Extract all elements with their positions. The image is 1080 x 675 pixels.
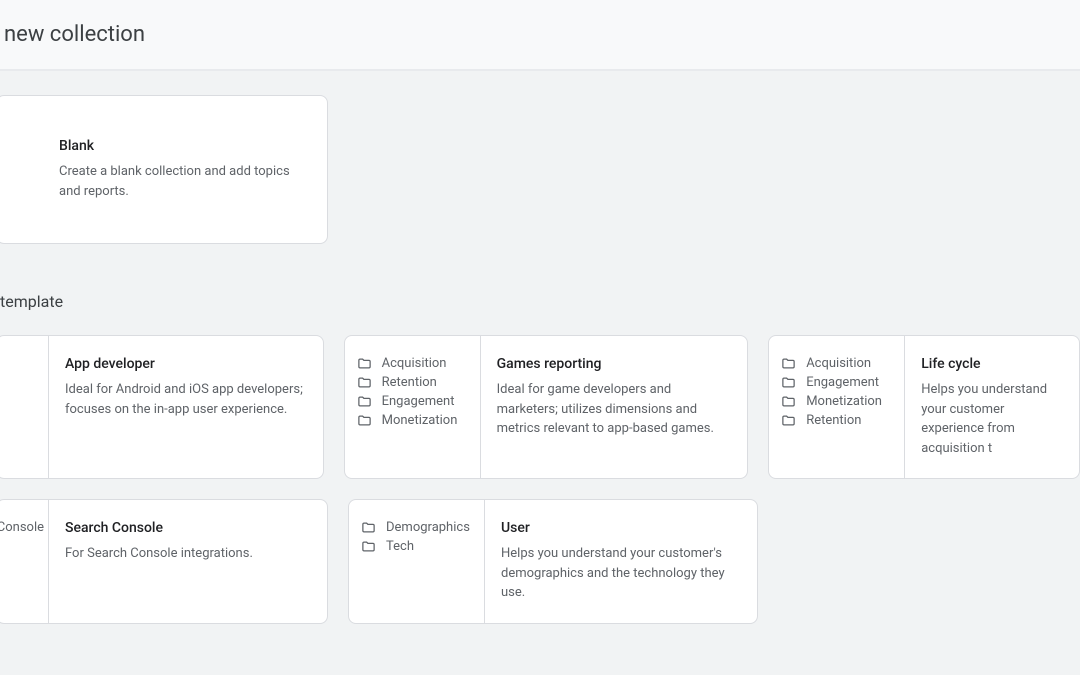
- folder-label: Engagement: [806, 375, 879, 390]
- card-title: Games reporting: [497, 356, 732, 372]
- blank-card-title: Blank: [59, 138, 297, 154]
- card-body: App developer Ideal for Android and iOS …: [49, 336, 323, 478]
- folder-label: Tech: [386, 539, 414, 554]
- card-body: Search Console For Search Console integr…: [49, 500, 327, 623]
- card-title: Life cycle: [921, 356, 1063, 372]
- template-card-user[interactable]: Demographics Tech User Helps you underst…: [348, 499, 758, 624]
- card-folder-list: Acquisition Engagement Monetization Rete…: [769, 336, 905, 478]
- card-desc: Helps you understand your customer's dem…: [501, 544, 741, 603]
- template-row-1: App developer Ideal for Android and iOS …: [0, 335, 1080, 479]
- folder-icon: [357, 375, 372, 390]
- card-title: User: [501, 520, 741, 536]
- folder-icon: [357, 356, 372, 371]
- blank-card[interactable]: Blank Create a blank collection and add …: [0, 95, 328, 244]
- blank-card-desc: Create a blank collection and add topics…: [59, 162, 297, 201]
- folder-label: Monetization: [382, 413, 458, 428]
- template-card-search-console[interactable]: Console Search Console For Search Consol…: [0, 499, 328, 624]
- card-body: User Helps you understand your customer'…: [485, 500, 757, 623]
- folder-label: Retention: [806, 413, 861, 428]
- folder-item: Tech: [361, 539, 472, 554]
- card-desc: For Search Console integrations.: [65, 544, 311, 564]
- folder-item: Monetization: [357, 413, 468, 428]
- card-title: Search Console: [65, 520, 311, 536]
- folder-label: Acquisition: [806, 356, 871, 371]
- folder-label: Monetization: [806, 394, 882, 409]
- folder-icon: [781, 375, 796, 390]
- card-title: App developer: [65, 356, 307, 372]
- folder-icon: [357, 394, 372, 409]
- template-section-label: template: [0, 292, 1080, 311]
- card-folder-list: Console: [0, 500, 49, 623]
- template-card-app-developer[interactable]: App developer Ideal for Android and iOS …: [0, 335, 324, 479]
- folder-item: Engagement: [781, 375, 892, 390]
- folder-icon: [781, 413, 796, 428]
- template-card-games-reporting[interactable]: Acquisition Retention Engagement Monetiz…: [344, 335, 749, 479]
- folder-item: Demographics: [361, 520, 472, 535]
- folder-item: Retention: [781, 413, 892, 428]
- card-folder-list: Demographics Tech: [349, 500, 485, 623]
- card-body: Games reporting Ideal for game developer…: [481, 336, 748, 478]
- template-row-2: Console Search Console For Search Consol…: [0, 499, 1080, 624]
- card-desc: Ideal for Android and iOS app developers…: [65, 380, 307, 419]
- folder-icon: [361, 520, 376, 535]
- folder-label: Acquisition: [382, 356, 447, 371]
- card-body: Life cycle Helps you understand your cus…: [905, 336, 1079, 478]
- folder-icon: [781, 356, 796, 371]
- folder-item: Engagement: [357, 394, 468, 409]
- folder-label: Engagement: [382, 394, 455, 409]
- content-area: Blank Create a blank collection and add …: [0, 71, 1080, 624]
- template-card-life-cycle[interactable]: Acquisition Engagement Monetization Rete…: [768, 335, 1080, 479]
- folder-label: Console: [0, 520, 44, 535]
- page-header: new collection: [0, 0, 1080, 71]
- card-folder-list: [0, 336, 49, 478]
- folder-item: Acquisition: [781, 356, 892, 371]
- card-desc: Helps you understand your customer exper…: [921, 380, 1063, 458]
- folder-item: Retention: [357, 375, 468, 390]
- card-desc: Ideal for game developers and marketers;…: [497, 380, 732, 439]
- folder-item: Acquisition: [357, 356, 468, 371]
- folder-item: Console: [0, 520, 44, 535]
- folder-icon: [781, 394, 796, 409]
- folder-label: Retention: [382, 375, 437, 390]
- folder-label: Demographics: [386, 520, 470, 535]
- card-folder-list: Acquisition Retention Engagement Monetiz…: [345, 336, 481, 478]
- folder-icon: [361, 539, 376, 554]
- page-title: new collection: [4, 22, 145, 47]
- folder-item: Monetization: [781, 394, 892, 409]
- folder-icon: [357, 413, 372, 428]
